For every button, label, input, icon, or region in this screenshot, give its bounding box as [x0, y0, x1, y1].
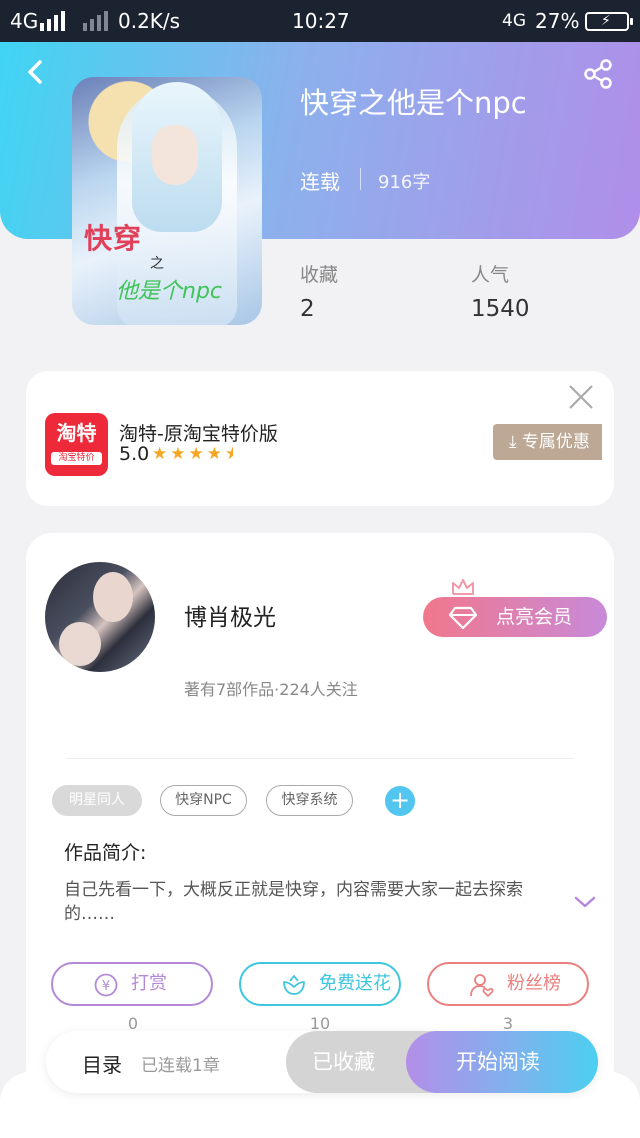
- tag-chip[interactable]: 明星同人: [52, 785, 142, 816]
- signal-icon: [40, 11, 65, 31]
- stat-popularity-value: 1540: [471, 296, 530, 322]
- send-flower-button[interactable]: 免费送花: [239, 962, 401, 1006]
- ad-title: 淘特-原淘宝特价版: [119, 423, 278, 445]
- ad-download-button[interactable]: ⤓ 专属优惠: [493, 424, 602, 460]
- divider: [66, 758, 574, 759]
- svg-text:¥: ¥: [102, 979, 110, 994]
- divider: [360, 168, 361, 190]
- network-type-right: 4G: [502, 11, 526, 31]
- tag-chip[interactable]: 快穿NPC: [160, 785, 247, 816]
- status-bar: 4G 0.2K/s 10:27 4G 27% ⚡: [0, 0, 640, 42]
- flower-icon: [283, 975, 305, 995]
- author-name[interactable]: 博肖极光: [184, 598, 276, 632]
- book-title: 快穿之他是个npc: [300, 86, 527, 120]
- chevron-down-icon[interactable]: [573, 894, 597, 910]
- battery-icon: ⚡: [585, 12, 633, 31]
- plus-icon: +: [389, 786, 411, 814]
- battery-percent: 27%: [535, 9, 580, 33]
- ad-app-icon[interactable]: 淘特 淘宝特价: [45, 413, 108, 476]
- stat-popularity-label: 人气: [471, 264, 510, 286]
- toc-button[interactable]: 目录: [82, 1049, 122, 1078]
- clock: 10:27: [292, 9, 350, 33]
- back-arrow-icon[interactable]: [22, 58, 50, 86]
- intro-label: 作品简介:: [64, 842, 147, 864]
- book-cover[interactable]: 快穿 之 他是个npc: [72, 77, 262, 325]
- star-rating-icon: ★★★★★: [152, 444, 233, 464]
- add-tag-button[interactable]: +: [385, 786, 415, 816]
- author-meta: 著有7部作品·224人关注: [184, 680, 358, 699]
- crown-icon: [452, 579, 474, 595]
- download-icon: ⤓: [509, 432, 522, 452]
- ad-rating: 5.0: [119, 443, 150, 465]
- close-icon[interactable]: [568, 384, 594, 410]
- toc-chapter-count[interactable]: 已连载1章: [141, 1051, 220, 1076]
- share-icon[interactable]: [582, 58, 614, 90]
- yuan-coin-icon: ¥: [94, 973, 118, 997]
- user-heart-icon: [470, 974, 494, 997]
- network-type-left: 4G: [10, 9, 39, 33]
- book-word-count: 916字: [378, 172, 431, 193]
- tag-chip[interactable]: 快穿系统: [266, 785, 353, 816]
- diamond-icon: [448, 606, 478, 630]
- cover-title-line2: 之: [150, 256, 164, 272]
- book-status: 连载: [300, 170, 340, 194]
- stat-favorites-label: 收藏: [300, 264, 339, 286]
- avatar[interactable]: [45, 562, 155, 672]
- reward-button[interactable]: ¥ 打赏: [51, 962, 213, 1006]
- stat-favorites-value: 2: [300, 296, 315, 322]
- cover-title-line3: 他是个npc: [116, 279, 223, 304]
- start-reading-button[interactable]: 开始阅读: [406, 1031, 598, 1093]
- intro-text: 自己先看一下，大概反正就是快穿，内容需要大家一起去探索的……: [64, 880, 523, 924]
- fan-ranking-button[interactable]: 粉丝榜: [427, 962, 589, 1006]
- signal-secondary-icon: [83, 11, 108, 31]
- cover-title-line1: 快穿: [84, 222, 143, 255]
- network-speed: 0.2K/s: [118, 9, 181, 33]
